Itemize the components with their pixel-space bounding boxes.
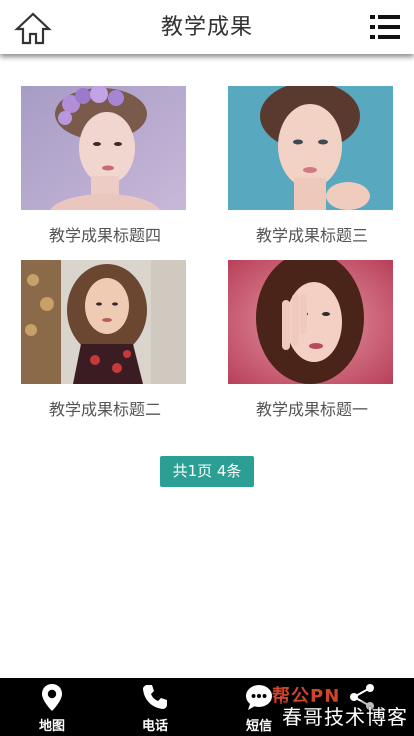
nav-label: 电话 [141, 719, 168, 734]
page-title: 教学成果 [160, 15, 253, 40]
menu-button[interactable] [370, 14, 400, 40]
result-thumbnail[interactable] [21, 260, 186, 384]
portrait-image [228, 260, 393, 384]
result-thumbnail[interactable] [228, 86, 393, 210]
result-caption[interactable]: 教学成果标题三 [228, 222, 396, 246]
result-card[interactable]: 教学成果标题一 [228, 260, 396, 420]
nav-label: 地图 [38, 719, 65, 734]
result-thumbnail[interactable] [21, 86, 186, 210]
result-card[interactable]: 教学成果标题四 [21, 86, 189, 246]
nav-item-phone[interactable]: 电话 [125, 678, 185, 736]
result-caption[interactable]: 教学成果标题四 [21, 222, 189, 246]
result-caption[interactable]: 教学成果标题二 [21, 396, 189, 420]
page: 教学成果 教学成果标题四 教学成果标题三 教学成果标题二 教学成果标题一 共1页… [0, 0, 414, 736]
result-caption[interactable]: 教学成果标题一 [228, 396, 396, 420]
result-card[interactable]: 教学成果标题三 [228, 86, 396, 246]
nav-label: 短信 [245, 719, 272, 734]
bottom-nav: 地图 电话 短信 帮公PN 春哥技术博客 [0, 678, 414, 736]
nav-item-sms[interactable]: 短信 [229, 678, 289, 736]
result-thumbnail[interactable] [228, 260, 393, 384]
sms-icon [246, 685, 272, 710]
share-icon [350, 684, 374, 710]
pagination-info: 共1页 4条 [160, 456, 254, 487]
map-pin-icon [42, 684, 62, 711]
nav-item-share[interactable] [332, 678, 392, 736]
top-bar: 教学成果 [0, 0, 414, 54]
result-card[interactable]: 教学成果标题二 [21, 260, 189, 420]
phone-icon [143, 685, 167, 709]
portrait-image [21, 260, 186, 384]
portrait-image [21, 86, 186, 210]
menu-icon [370, 15, 400, 39]
nav-item-map[interactable]: 地图 [22, 678, 82, 736]
portrait-image [228, 86, 393, 210]
